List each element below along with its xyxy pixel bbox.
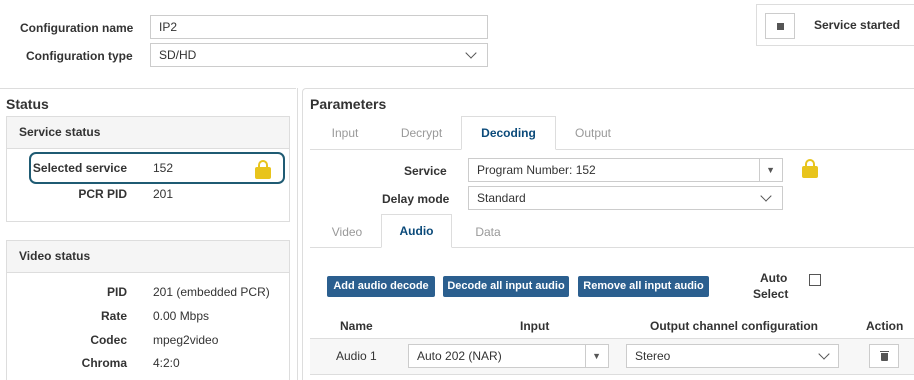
main-tabs-line — [310, 149, 914, 150]
stop-icon — [777, 23, 784, 30]
video-status-panel: Video status PID 201 (embedded PCR) Rate… — [6, 240, 290, 380]
row-input-value: Auto 202 (NAR) — [417, 349, 502, 363]
subtab-data[interactable]: Data — [463, 225, 513, 239]
status-top-divider — [0, 88, 296, 89]
trash-lid — [880, 351, 889, 352]
service-select[interactable]: Program Number: 152 ▼ — [468, 158, 783, 182]
delay-mode-label: Delay mode — [382, 192, 450, 206]
auto-select-label-1: Auto — [760, 271, 788, 285]
pcr-pid-label: PCR PID — [78, 187, 127, 201]
add-audio-decode-button[interactable]: Add audio decode — [327, 276, 435, 297]
tab-input[interactable]: Input — [320, 126, 370, 140]
pcr-pid-value: 201 — [153, 187, 174, 201]
video-chroma-value: 4:2:0 — [153, 356, 180, 370]
configuration-type-label: Configuration type — [26, 49, 133, 63]
lock-icon — [255, 160, 271, 179]
delay-mode-select[interactable]: Standard — [468, 186, 783, 210]
row-input-divider — [585, 345, 586, 367]
auto-select-label-2: Select — [753, 287, 789, 301]
decode-all-input-audio-button[interactable]: Decode all input audio — [443, 276, 569, 297]
video-pid-value: 201 (embedded PCR) — [153, 285, 270, 299]
service-status-panel: Service status Selected service 152 PCR … — [6, 116, 290, 222]
service-select-divider — [759, 159, 760, 181]
configuration-type-value: SD/HD — [159, 48, 197, 62]
stop-button[interactable] — [765, 13, 795, 39]
tab-decoding[interactable]: Decoding — [461, 116, 556, 150]
row-name: Audio 1 — [336, 349, 377, 363]
selected-service-value: 152 — [153, 161, 174, 175]
service-state-box: Service started — [756, 4, 914, 46]
video-pid-label: PID — [106, 285, 127, 299]
status-divider — [297, 88, 298, 380]
service-label: Service — [404, 164, 447, 178]
chevron-down-icon — [818, 348, 830, 360]
tab-output[interactable]: Output — [568, 126, 618, 140]
service-select-value: Program Number: 152 — [477, 163, 596, 177]
chevron-down-icon — [760, 190, 772, 202]
video-status-title: Video status — [7, 241, 289, 273]
auto-select-checkbox[interactable] — [809, 274, 821, 286]
chevron-down-icon — [465, 47, 477, 59]
row-output-value: Stereo — [635, 349, 671, 363]
configuration-type-select[interactable]: SD/HD — [150, 43, 488, 67]
configuration-name-input[interactable]: IP2 — [150, 15, 488, 39]
remove-all-input-audio-button[interactable]: Remove all input audio — [578, 276, 709, 297]
tab-decrypt[interactable]: Decrypt — [394, 126, 449, 140]
trash-icon — [881, 353, 888, 361]
service-started-label: Service started — [814, 18, 901, 32]
table-header-name: Name — [340, 319, 373, 333]
video-codec-value: mpeg2video — [153, 333, 219, 347]
configuration-name-label: Configuration name — [20, 21, 134, 35]
table-header-output: Output channel configuration — [650, 319, 818, 333]
status-title: Status — [6, 96, 49, 112]
caret-down-icon: ▼ — [766, 165, 775, 175]
subtab-audio[interactable]: Audio — [381, 214, 452, 248]
video-chroma-label: Chroma — [81, 356, 127, 370]
table-header-input: Input — [520, 319, 550, 333]
video-codec-label: Codec — [90, 333, 127, 347]
caret-down-icon: ▼ — [592, 351, 601, 361]
service-status-title: Service status — [7, 117, 289, 149]
delete-row-button[interactable] — [869, 344, 899, 368]
service-lock-icon — [802, 159, 818, 178]
table-row: Audio 1 Auto 202 (NAR) ▼ Stereo — [310, 339, 914, 375]
delay-mode-value: Standard — [477, 191, 526, 205]
selected-service-label: Selected service — [32, 161, 127, 175]
subtab-video[interactable]: Video — [322, 225, 372, 239]
row-output-select[interactable]: Stereo — [626, 344, 839, 368]
table-header-action: Action — [866, 319, 904, 333]
parameters-title: Parameters — [310, 96, 387, 112]
row-input-select[interactable]: Auto 202 (NAR) ▼ — [408, 344, 609, 368]
video-rate-value: 0.00 Mbps — [153, 309, 210, 323]
video-rate-label: Rate — [100, 309, 127, 323]
